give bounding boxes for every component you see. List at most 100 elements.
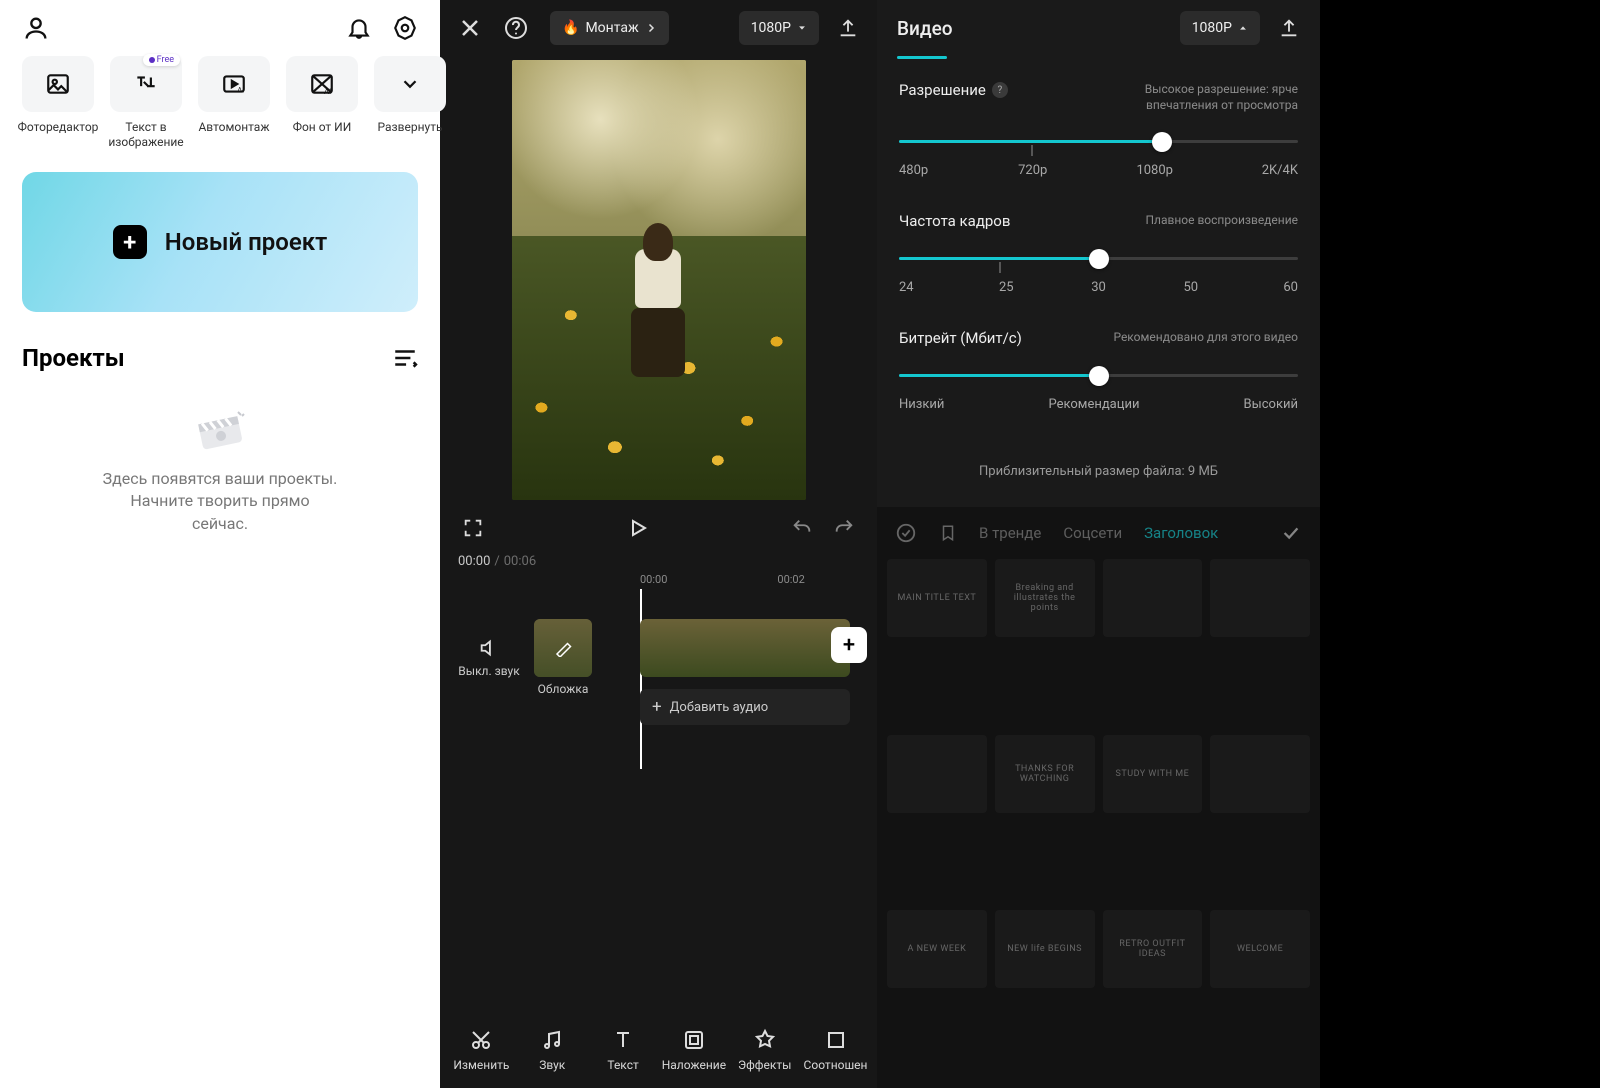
undo-icon[interactable] bbox=[791, 517, 813, 539]
tool-label: Фоторедактор bbox=[18, 120, 99, 135]
tool-auto-montage[interactable]: AI Автомонтаж bbox=[198, 56, 270, 150]
slider-mark: Рекомендации bbox=[1048, 397, 1139, 412]
slider-mark: 50 bbox=[1176, 280, 1206, 295]
setting-title: Частота кадров bbox=[899, 212, 1010, 230]
slider-mark: Низкий bbox=[899, 397, 944, 412]
slider[interactable] bbox=[899, 248, 1298, 270]
tool-audio[interactable]: Звук bbox=[520, 1028, 584, 1072]
montage-chip[interactable]: 🔥 Монтаж bbox=[550, 11, 669, 45]
slider-thumb[interactable] bbox=[1089, 249, 1109, 269]
template-card[interactable] bbox=[1103, 559, 1203, 637]
export-title: Видео bbox=[897, 17, 953, 40]
fullscreen-icon[interactable] bbox=[462, 517, 484, 539]
tool-effects[interactable]: Эффекты bbox=[733, 1028, 797, 1072]
template-card[interactable] bbox=[1210, 735, 1310, 813]
template-card[interactable]: Breaking and illustrates the points bbox=[995, 559, 1095, 637]
flame-icon: 🔥 bbox=[562, 20, 579, 36]
slider-mark: 24 bbox=[899, 280, 929, 295]
export-icon[interactable] bbox=[1278, 17, 1300, 39]
file-size-text: Приблизительный размер файла: 9 МБ bbox=[877, 464, 1320, 479]
tool-edit[interactable]: Изменить bbox=[449, 1028, 513, 1072]
cover-label: Обложка bbox=[538, 682, 589, 696]
tool-row: Фоторедактор Free Текст в изображение AI… bbox=[22, 56, 418, 150]
bookmark-icon[interactable] bbox=[939, 523, 957, 543]
help-badge-icon[interactable]: ? bbox=[992, 82, 1008, 98]
tool-label: Развернуть bbox=[378, 120, 443, 135]
slider-mark: 2K/4K bbox=[1262, 163, 1298, 178]
montage-label: Монтаж bbox=[585, 20, 638, 36]
bt-label: Соотношение сторон bbox=[804, 1058, 868, 1072]
time-total: 00:06 bbox=[504, 554, 536, 569]
tool-expand[interactable]: Развернуть bbox=[374, 56, 446, 150]
export-icon[interactable] bbox=[837, 17, 859, 39]
setting-title: Битрейт (Мбит/с) bbox=[899, 329, 1022, 347]
slider-thumb[interactable] bbox=[1089, 366, 1109, 386]
bt-label: Звук bbox=[539, 1058, 565, 1072]
tool-overlay[interactable]: Наложение bbox=[662, 1028, 726, 1072]
tool-text[interactable]: Текст bbox=[591, 1028, 655, 1072]
bt-label: Изменить bbox=[453, 1058, 509, 1072]
resolution-chip[interactable]: 1080P bbox=[1180, 11, 1260, 45]
template-card[interactable]: RETRO OUTFIT IDEAS bbox=[1103, 910, 1203, 988]
sort-icon[interactable] bbox=[392, 347, 418, 369]
tool-photo-editor[interactable]: Фоторедактор bbox=[22, 56, 94, 150]
tab-social[interactable]: Соцсети bbox=[1063, 524, 1122, 542]
resolution-label: 1080P bbox=[1192, 20, 1232, 36]
mute-label: Выкл. звук bbox=[458, 664, 519, 678]
bt-label: Текст bbox=[607, 1058, 638, 1072]
check-icon[interactable] bbox=[1280, 522, 1302, 544]
slider-thumb[interactable] bbox=[1152, 132, 1172, 152]
tool-ratio[interactable]: Соотношение сторон bbox=[804, 1028, 868, 1072]
preview-canvas[interactable] bbox=[512, 60, 806, 500]
slider[interactable] bbox=[899, 365, 1298, 387]
template-card[interactable]: WELCOME bbox=[1210, 910, 1310, 988]
slider-mark: 1080p bbox=[1136, 163, 1173, 178]
gear-icon[interactable] bbox=[392, 15, 418, 41]
profile-icon[interactable] bbox=[22, 14, 50, 42]
add-audio-button[interactable]: + Добавить аудио bbox=[640, 689, 850, 725]
slider-mark: Высокий bbox=[1244, 397, 1298, 412]
home-panel: Фоторедактор Free Текст в изображение AI… bbox=[0, 0, 440, 1088]
add-audio-label: Добавить аудио bbox=[670, 700, 768, 715]
slider-mark: 30 bbox=[1084, 280, 1114, 295]
tab-trending[interactable]: В тренде bbox=[979, 524, 1041, 542]
tool-label: Текст в изображение bbox=[108, 120, 183, 150]
ruler-mark: 00:00 bbox=[640, 573, 667, 586]
template-browser: В тренде Соцсети Заголовок MAIN TITLE TE… bbox=[877, 507, 1320, 1088]
template-card[interactable]: THANKS FOR WATCHING bbox=[995, 735, 1095, 813]
video-clip[interactable] bbox=[640, 619, 850, 677]
template-card[interactable] bbox=[1210, 559, 1310, 637]
play-icon[interactable] bbox=[626, 516, 650, 540]
template-card[interactable] bbox=[887, 735, 987, 813]
template-card[interactable]: STUDY WITH ME bbox=[1103, 735, 1203, 813]
timeline[interactable]: Выкл. звук Обложка + + Добавить аудио bbox=[440, 589, 877, 769]
cover-button[interactable]: Обложка bbox=[532, 619, 594, 696]
template-card[interactable]: NEW life BEGINS bbox=[995, 910, 1095, 988]
setting-desc: Плавное воспроизведение bbox=[1145, 212, 1298, 228]
redo-icon[interactable] bbox=[833, 517, 855, 539]
preview bbox=[440, 56, 877, 502]
mute-toggle[interactable]: Выкл. звук bbox=[458, 637, 520, 678]
slider[interactable] bbox=[899, 131, 1298, 153]
tool-ai-bg[interactable]: AI Фон от ИИ bbox=[286, 56, 358, 150]
help-icon[interactable] bbox=[504, 16, 528, 40]
empty-state: Здесь появятся ваши проекты. Начните тво… bbox=[22, 408, 418, 535]
empty-text: сейчас. bbox=[192, 514, 248, 533]
ruler-mark: 00:02 bbox=[777, 573, 804, 586]
template-card[interactable]: A NEW WEEK bbox=[887, 910, 987, 988]
add-clip-button[interactable]: + bbox=[831, 627, 867, 663]
tab-title[interactable]: Заголовок bbox=[1144, 524, 1218, 542]
template-card[interactable]: MAIN TITLE TEXT bbox=[887, 559, 987, 637]
new-project-button[interactable]: + Новый проект bbox=[22, 172, 418, 312]
projects-title: Проекты bbox=[22, 344, 125, 372]
bell-icon[interactable] bbox=[346, 15, 372, 41]
plus-icon: + bbox=[113, 225, 147, 259]
timecode: 00:00 / 00:06 bbox=[440, 554, 877, 569]
resolution-chip[interactable]: 1080P bbox=[739, 11, 819, 45]
tool-text-to-image[interactable]: Free Текст в изображение bbox=[110, 56, 182, 150]
empty-text: Начните творить прямо bbox=[130, 491, 309, 510]
close-icon[interactable] bbox=[458, 16, 482, 40]
svg-text:AI: AI bbox=[237, 86, 244, 95]
off-toggle-icon[interactable] bbox=[895, 522, 917, 544]
slider-mark: 25 bbox=[991, 280, 1021, 295]
